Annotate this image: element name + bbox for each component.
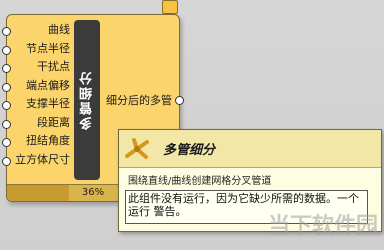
input-label: 端点偏移: [26, 78, 70, 92]
component-nickname: 多管细分: [79, 70, 95, 130]
input-label: 节点半径: [26, 41, 70, 55]
input-param-end-offset[interactable]: 端点偏移: [2, 77, 73, 96]
input-grip[interactable]: [2, 138, 11, 147]
input-grip[interactable]: [2, 27, 11, 36]
input-param-cube-size[interactable]: 立方体尺寸: [2, 151, 73, 170]
input-label: 段距离: [37, 115, 70, 129]
input-param-curves[interactable]: 曲线: [2, 21, 73, 40]
input-param-strut-radius[interactable]: 支撑半径: [2, 95, 73, 114]
input-label: 干扰点: [37, 60, 70, 73]
tooltip-title: 多管细分: [163, 143, 216, 158]
input-label: 立方体尺寸: [15, 152, 70, 166]
input-label: 扭结角度: [26, 134, 70, 147]
output-grip[interactable]: [175, 96, 184, 105]
input-param-attractors[interactable]: 干扰点: [2, 58, 73, 77]
input-label: 支撑半径: [26, 97, 70, 110]
watermark-logo: 当下软件园: [267, 214, 378, 239]
component-name-bar[interactable]: 多管细分: [74, 20, 100, 180]
input-grip[interactable]: [2, 45, 11, 55]
multipipe-icon: [125, 138, 149, 159]
input-params: 曲线 节点半径 干扰点 端点偏移 支撑半径 段距离 扭结角度 立方体尺寸: [2, 21, 73, 170]
input-grip[interactable]: [2, 119, 11, 129]
output-param-label[interactable]: 细分后的多管: [106, 92, 172, 108]
input-label: 曲线: [48, 23, 70, 36]
input-grip[interactable]: [2, 82, 11, 92]
grasshopper-canvas[interactable]: 曲线 节点半径 干扰点 端点偏移 支撑半径 段距离 扭结角度 立方体尺寸 多管细…: [0, 0, 384, 250]
input-grip[interactable]: [2, 101, 11, 110]
input-grip[interactable]: [2, 156, 11, 166]
input-param-segment-distance[interactable]: 段距离: [2, 114, 73, 133]
input-param-kink-angle[interactable]: 扭结角度: [2, 132, 73, 151]
input-grip[interactable]: [2, 64, 11, 73]
tooltip-description: 围绕直线/曲线创建网格分叉管道: [128, 176, 272, 187]
warning-flag-icon[interactable]: [162, 0, 178, 18]
input-param-node-radius[interactable]: 节点半径: [2, 40, 73, 59]
tooltip-header: 多管细分: [119, 130, 381, 168]
